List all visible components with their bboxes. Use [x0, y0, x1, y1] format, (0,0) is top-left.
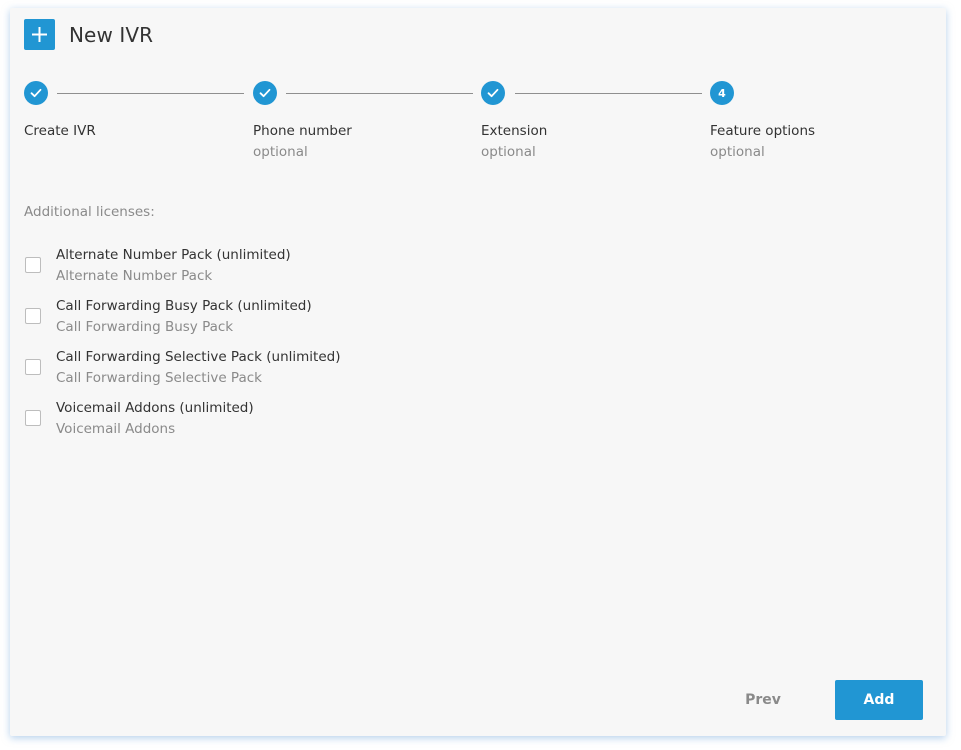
step-3-check-icon[interactable] [481, 81, 505, 105]
license-item-voicemail-addons: Voicemail Addons (unlimited) Voicemail A… [24, 400, 524, 444]
step-2-check-icon[interactable] [253, 81, 277, 105]
license-name: Call Forwarding Selective Pack (unlimite… [56, 349, 341, 365]
license-item-alternate-number-pack: Alternate Number Pack (unlimited) Altern… [24, 247, 524, 291]
license-item-call-forwarding-selective-pack: Call Forwarding Selective Pack (unlimite… [24, 349, 524, 393]
step-2-sublabel: optional [253, 144, 308, 160]
license-checkbox[interactable] [25, 308, 41, 324]
step-4-number[interactable]: 4 [710, 81, 734, 105]
step-3-sublabel: optional [481, 144, 536, 160]
dialog-title: New IVR [69, 22, 154, 47]
step-1-label: Create IVR [24, 123, 96, 139]
prev-button[interactable]: Prev [723, 680, 803, 720]
add-button[interactable]: Add [835, 680, 923, 720]
license-checkbox[interactable] [25, 359, 41, 375]
step-1-check-icon[interactable] [24, 81, 48, 105]
step-4-label: Feature options [710, 123, 816, 139]
license-checkbox[interactable] [25, 257, 41, 273]
step-connector [515, 93, 702, 94]
license-item-call-forwarding-busy-pack: Call Forwarding Busy Pack (unlimited) Ca… [24, 298, 524, 342]
license-description: Call Forwarding Busy Pack [56, 319, 234, 335]
plus-icon [24, 19, 55, 50]
license-name: Call Forwarding Busy Pack (unlimited) [56, 298, 312, 314]
new-ivr-dialog: New IVR 4 Create IVR Phone number option… [10, 8, 946, 736]
license-checkbox[interactable] [25, 410, 41, 426]
license-name: Alternate Number Pack (unlimited) [56, 247, 291, 263]
license-description: Call Forwarding Selective Pack [56, 370, 262, 386]
additional-licenses-label: Additional licenses: [24, 204, 155, 220]
step-connector [286, 93, 473, 94]
dialog-header: New IVR [24, 19, 153, 50]
step-3-label: Extension [481, 123, 548, 139]
license-description: Voicemail Addons [56, 421, 176, 437]
step-connector [57, 93, 244, 94]
step-2-label: Phone number [253, 123, 352, 139]
license-description: Alternate Number Pack [56, 268, 213, 284]
step-4-sublabel: optional [710, 144, 765, 160]
license-name: Voicemail Addons (unlimited) [56, 400, 254, 416]
